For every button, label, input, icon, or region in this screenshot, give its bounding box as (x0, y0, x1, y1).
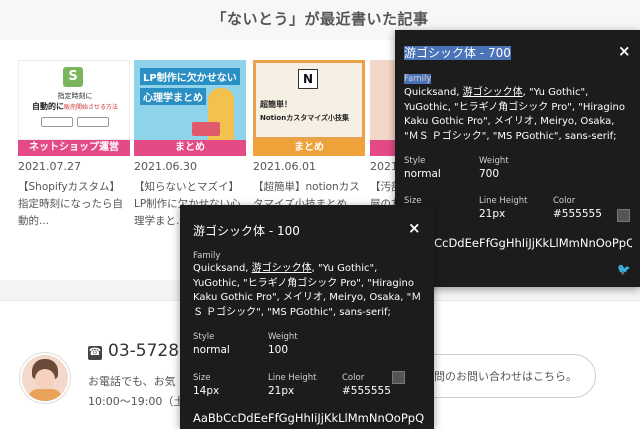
style-label: Style (404, 156, 426, 166)
family-label: Family (404, 74, 432, 84)
shopify-bag-icon: S (63, 67, 83, 87)
thumb-text-1: 超簡単！ (260, 100, 292, 109)
thumb-text-2: 心理学まとめ (140, 88, 206, 105)
section-title: 「ないとう」が最近書いた記事 (211, 10, 429, 28)
panel-title: 游ゴシック体 - 100 (193, 224, 300, 238)
article-card-3[interactable]: N 超簡単！ Notionカスタマイズ小技集 まとめ 2021.06.01 【超… (253, 60, 365, 213)
thumb-box-icon (41, 117, 73, 127)
font-sample: AaBbCcDdEeFfGgHhIiJjKkLlMmNnOoPpQ (404, 236, 632, 250)
article-title[interactable]: 【Shopifyカスタム】指定時刻になったら自動的... (18, 179, 130, 230)
thumb-box-icon (77, 117, 109, 127)
line-height-value: 21px (268, 385, 295, 397)
color-swatch (617, 209, 630, 222)
family-value: Quicksand, 游ゴシック体, "Yu Gothic", YuGothic… (193, 263, 422, 318)
panel-title: 游ゴシック体 - 700 (404, 46, 511, 60)
article-date: 2021.07.27 (18, 160, 81, 173)
color-swatch (392, 371, 405, 384)
color-value: #555555 (342, 385, 391, 397)
weight-label: Weight (268, 332, 298, 342)
weight-label: Weight (479, 156, 509, 166)
article-thumbnail-3[interactable]: N 超簡単！ Notionカスタマイズ小技集 (253, 60, 365, 140)
article-card-1[interactable]: S 指定時刻に 自動的に販売開始させる方法 ネットショップ運営 2021.07.… (18, 60, 130, 230)
color-label: Color (342, 373, 365, 383)
weight-value: 700 (479, 168, 500, 180)
thumb-text-2: Notionカスタマイズ小技集 (260, 114, 349, 122)
category-badge[interactable]: ネットショップ運営 (18, 140, 130, 156)
style-value: normal (404, 168, 441, 180)
thumb-text-1: LP制作に欠かせない (140, 68, 240, 85)
font-inspector-panel-bottom: 游ゴシック体 - 100 × Family Quicksand, 游ゴシック体,… (180, 205, 434, 429)
line-height-label: Line Height (268, 373, 317, 383)
font-sample: AaBbCcDdEeFfGgHhIiJjKkLlMmNnOoPpQ (193, 411, 425, 425)
line-height-value: 21px (479, 208, 506, 220)
phone-icon: ☎ (88, 346, 102, 360)
twitter-icon[interactable]: 🐦 (617, 263, 631, 276)
article-thumbnail-2[interactable]: LP制作に欠かせない 心理学まとめ (134, 60, 246, 140)
category-badge[interactable]: まとめ (134, 140, 246, 156)
thumb-text-1: 指定時刻に (57, 92, 93, 100)
article-date: 2021.06.30 (134, 160, 197, 173)
weight-value: 100 (268, 344, 289, 356)
contact-text: お電話でも、お気 (88, 375, 176, 388)
article-date: 2021.06.01 (253, 160, 316, 173)
laptop-icon (192, 122, 220, 136)
thumb-text-2: 自動的に販売開始させる方法 (31, 102, 118, 111)
close-icon[interactable]: × (618, 42, 631, 60)
article-thumbnail-1[interactable]: S 指定時刻に 自動的に販売開始させる方法 (18, 60, 130, 140)
style-value: normal (193, 344, 230, 356)
close-icon[interactable]: × (408, 219, 421, 237)
size-value: 14px (193, 385, 220, 397)
category-badge[interactable]: まとめ (253, 140, 365, 156)
avatar (20, 353, 70, 403)
color-label: Color (553, 196, 576, 206)
phone-number[interactable]: ☎ 03-5728 (88, 341, 179, 361)
size-label: Size (193, 373, 211, 383)
line-height-label: Line Height (479, 196, 528, 206)
color-value: #555555 (553, 208, 602, 220)
family-value: Quicksand, 游ゴシック体, "Yu Gothic", YuGothic… (404, 87, 625, 142)
style-label: Style (193, 332, 215, 342)
notion-logo-icon: N (298, 69, 318, 89)
family-label: Family (193, 251, 221, 261)
